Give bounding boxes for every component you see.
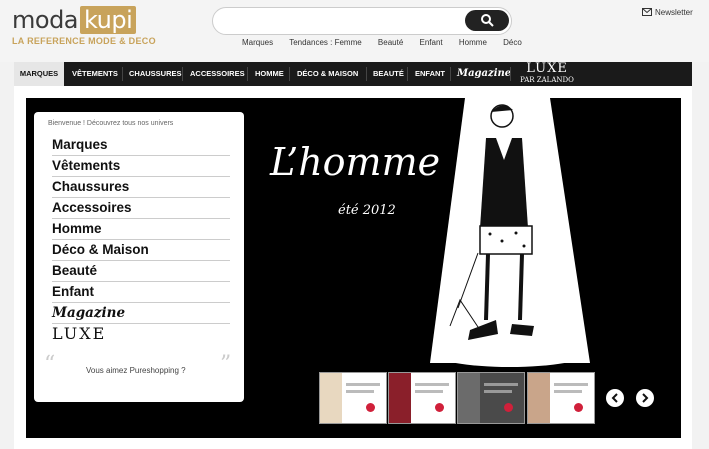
menu-item-chaussures[interactable]: Chaussures bbox=[52, 177, 230, 198]
nav-item-deco-maison[interactable]: DÉCO & MAISON bbox=[297, 62, 358, 86]
logo[interactable]: moda kupi LA REFERENCE MODE & DECO bbox=[12, 6, 156, 46]
search-button[interactable] bbox=[465, 10, 509, 31]
thumb-image bbox=[458, 373, 480, 423]
nav-divider bbox=[247, 67, 248, 81]
thumb-image bbox=[389, 373, 411, 423]
logo-text-moda: moda bbox=[12, 6, 79, 34]
header: moda kupi LA REFERENCE MODE & DECO Marque… bbox=[0, 0, 709, 62]
nav-luxe-title: LUXE bbox=[526, 61, 568, 76]
newsletter-label: Newsletter bbox=[655, 8, 693, 17]
nav-item-vetements[interactable]: VÊTEMENTS bbox=[72, 62, 118, 86]
nav-divider bbox=[510, 67, 511, 81]
menu-item-vetements[interactable]: Vêtements bbox=[52, 156, 230, 177]
carousel-thumb[interactable] bbox=[388, 372, 456, 424]
quote-close-icon: ” bbox=[220, 352, 232, 377]
chevron-right-icon bbox=[642, 393, 649, 403]
thumb-image bbox=[320, 373, 342, 423]
menu-item-accessoires[interactable]: Accessoires bbox=[52, 198, 230, 219]
menu-item-marques[interactable]: Marques bbox=[52, 135, 230, 156]
quick-link-beaute[interactable]: Beauté bbox=[378, 38, 403, 47]
thumb-image bbox=[528, 373, 550, 423]
nav-item-accessoires[interactable]: ACCESSOIRES bbox=[190, 62, 245, 86]
search-bar bbox=[212, 7, 512, 35]
quote-open-icon: “ bbox=[44, 352, 56, 377]
nav-item-marques[interactable]: MARQUES bbox=[14, 62, 64, 86]
menu-item-deco-maison[interactable]: Déco & Maison bbox=[52, 240, 230, 261]
envelope-icon bbox=[642, 8, 652, 16]
hero-subtitle: été 2012 bbox=[338, 203, 396, 218]
thumb-badge bbox=[574, 403, 583, 412]
thumb-badge bbox=[366, 403, 375, 412]
carousel-next-button[interactable] bbox=[636, 389, 654, 407]
carousel-thumb[interactable] bbox=[457, 372, 525, 424]
carousel-prev-button[interactable] bbox=[606, 389, 624, 407]
quick-link-enfant[interactable]: Enfant bbox=[420, 38, 443, 47]
menu-item-beaute[interactable]: Beauté bbox=[52, 261, 230, 282]
nav-item-luxe[interactable]: LUXE par ZALANDO bbox=[517, 61, 577, 88]
search-icon bbox=[481, 14, 494, 27]
nav-divider bbox=[366, 67, 367, 81]
search-input[interactable] bbox=[223, 8, 467, 34]
menu-item-magazine[interactable]: Magazine bbox=[52, 303, 230, 324]
logo-tagline: LA REFERENCE MODE & DECO bbox=[12, 36, 156, 46]
carousel-thumb[interactable] bbox=[527, 372, 595, 424]
hero-illustration bbox=[430, 98, 590, 367]
newsletter-link[interactable]: Newsletter bbox=[642, 8, 693, 17]
quick-link-deco[interactable]: Déco bbox=[503, 38, 522, 47]
nav-divider bbox=[122, 67, 123, 81]
nav-divider bbox=[289, 67, 290, 81]
quick-link-marques[interactable]: Marques bbox=[242, 38, 273, 47]
quick-link-tendances[interactable]: Tendances : Femme bbox=[289, 38, 361, 47]
nav-item-homme[interactable]: HOMME bbox=[255, 62, 284, 86]
logo-text-kupi: kupi bbox=[80, 6, 137, 34]
nav-item-enfant[interactable]: ENFANT bbox=[415, 62, 445, 86]
hero-title: L’homme bbox=[270, 140, 441, 184]
nav-divider bbox=[182, 67, 183, 81]
nav-luxe-subtitle: par ZALANDO bbox=[520, 76, 574, 84]
menu-item-enfant[interactable]: Enfant bbox=[52, 282, 230, 303]
main-nav: MARQUES VÊTEMENTS CHAUSSURES ACCESSOIRES… bbox=[14, 62, 692, 86]
thumb-badge bbox=[435, 403, 444, 412]
chevron-left-icon bbox=[611, 393, 618, 403]
menu-welcome-text: Bienvenue ! Découvrez tous nos univers bbox=[48, 120, 174, 127]
category-menu: Bienvenue ! Découvrez tous nos univers M… bbox=[34, 112, 244, 402]
quick-links: Marques Tendances : Femme Beauté Enfant … bbox=[242, 38, 536, 47]
nav-item-chaussures[interactable]: CHAUSSURES bbox=[129, 62, 182, 86]
nav-item-beaute[interactable]: BEAUTÉ bbox=[373, 62, 404, 86]
menu-item-luxe[interactable]: LUXE bbox=[52, 324, 230, 344]
carousel-thumb[interactable] bbox=[319, 372, 387, 424]
menu-item-homme[interactable]: Homme bbox=[52, 219, 230, 240]
thumb-badge bbox=[504, 403, 513, 412]
pureshopping-question[interactable]: Vous aimez Pureshopping ? bbox=[86, 366, 186, 375]
quick-link-homme[interactable]: Homme bbox=[459, 38, 487, 47]
nav-divider bbox=[407, 67, 408, 81]
nav-divider bbox=[450, 67, 451, 81]
nav-item-magazine[interactable]: Magazine bbox=[457, 62, 511, 86]
